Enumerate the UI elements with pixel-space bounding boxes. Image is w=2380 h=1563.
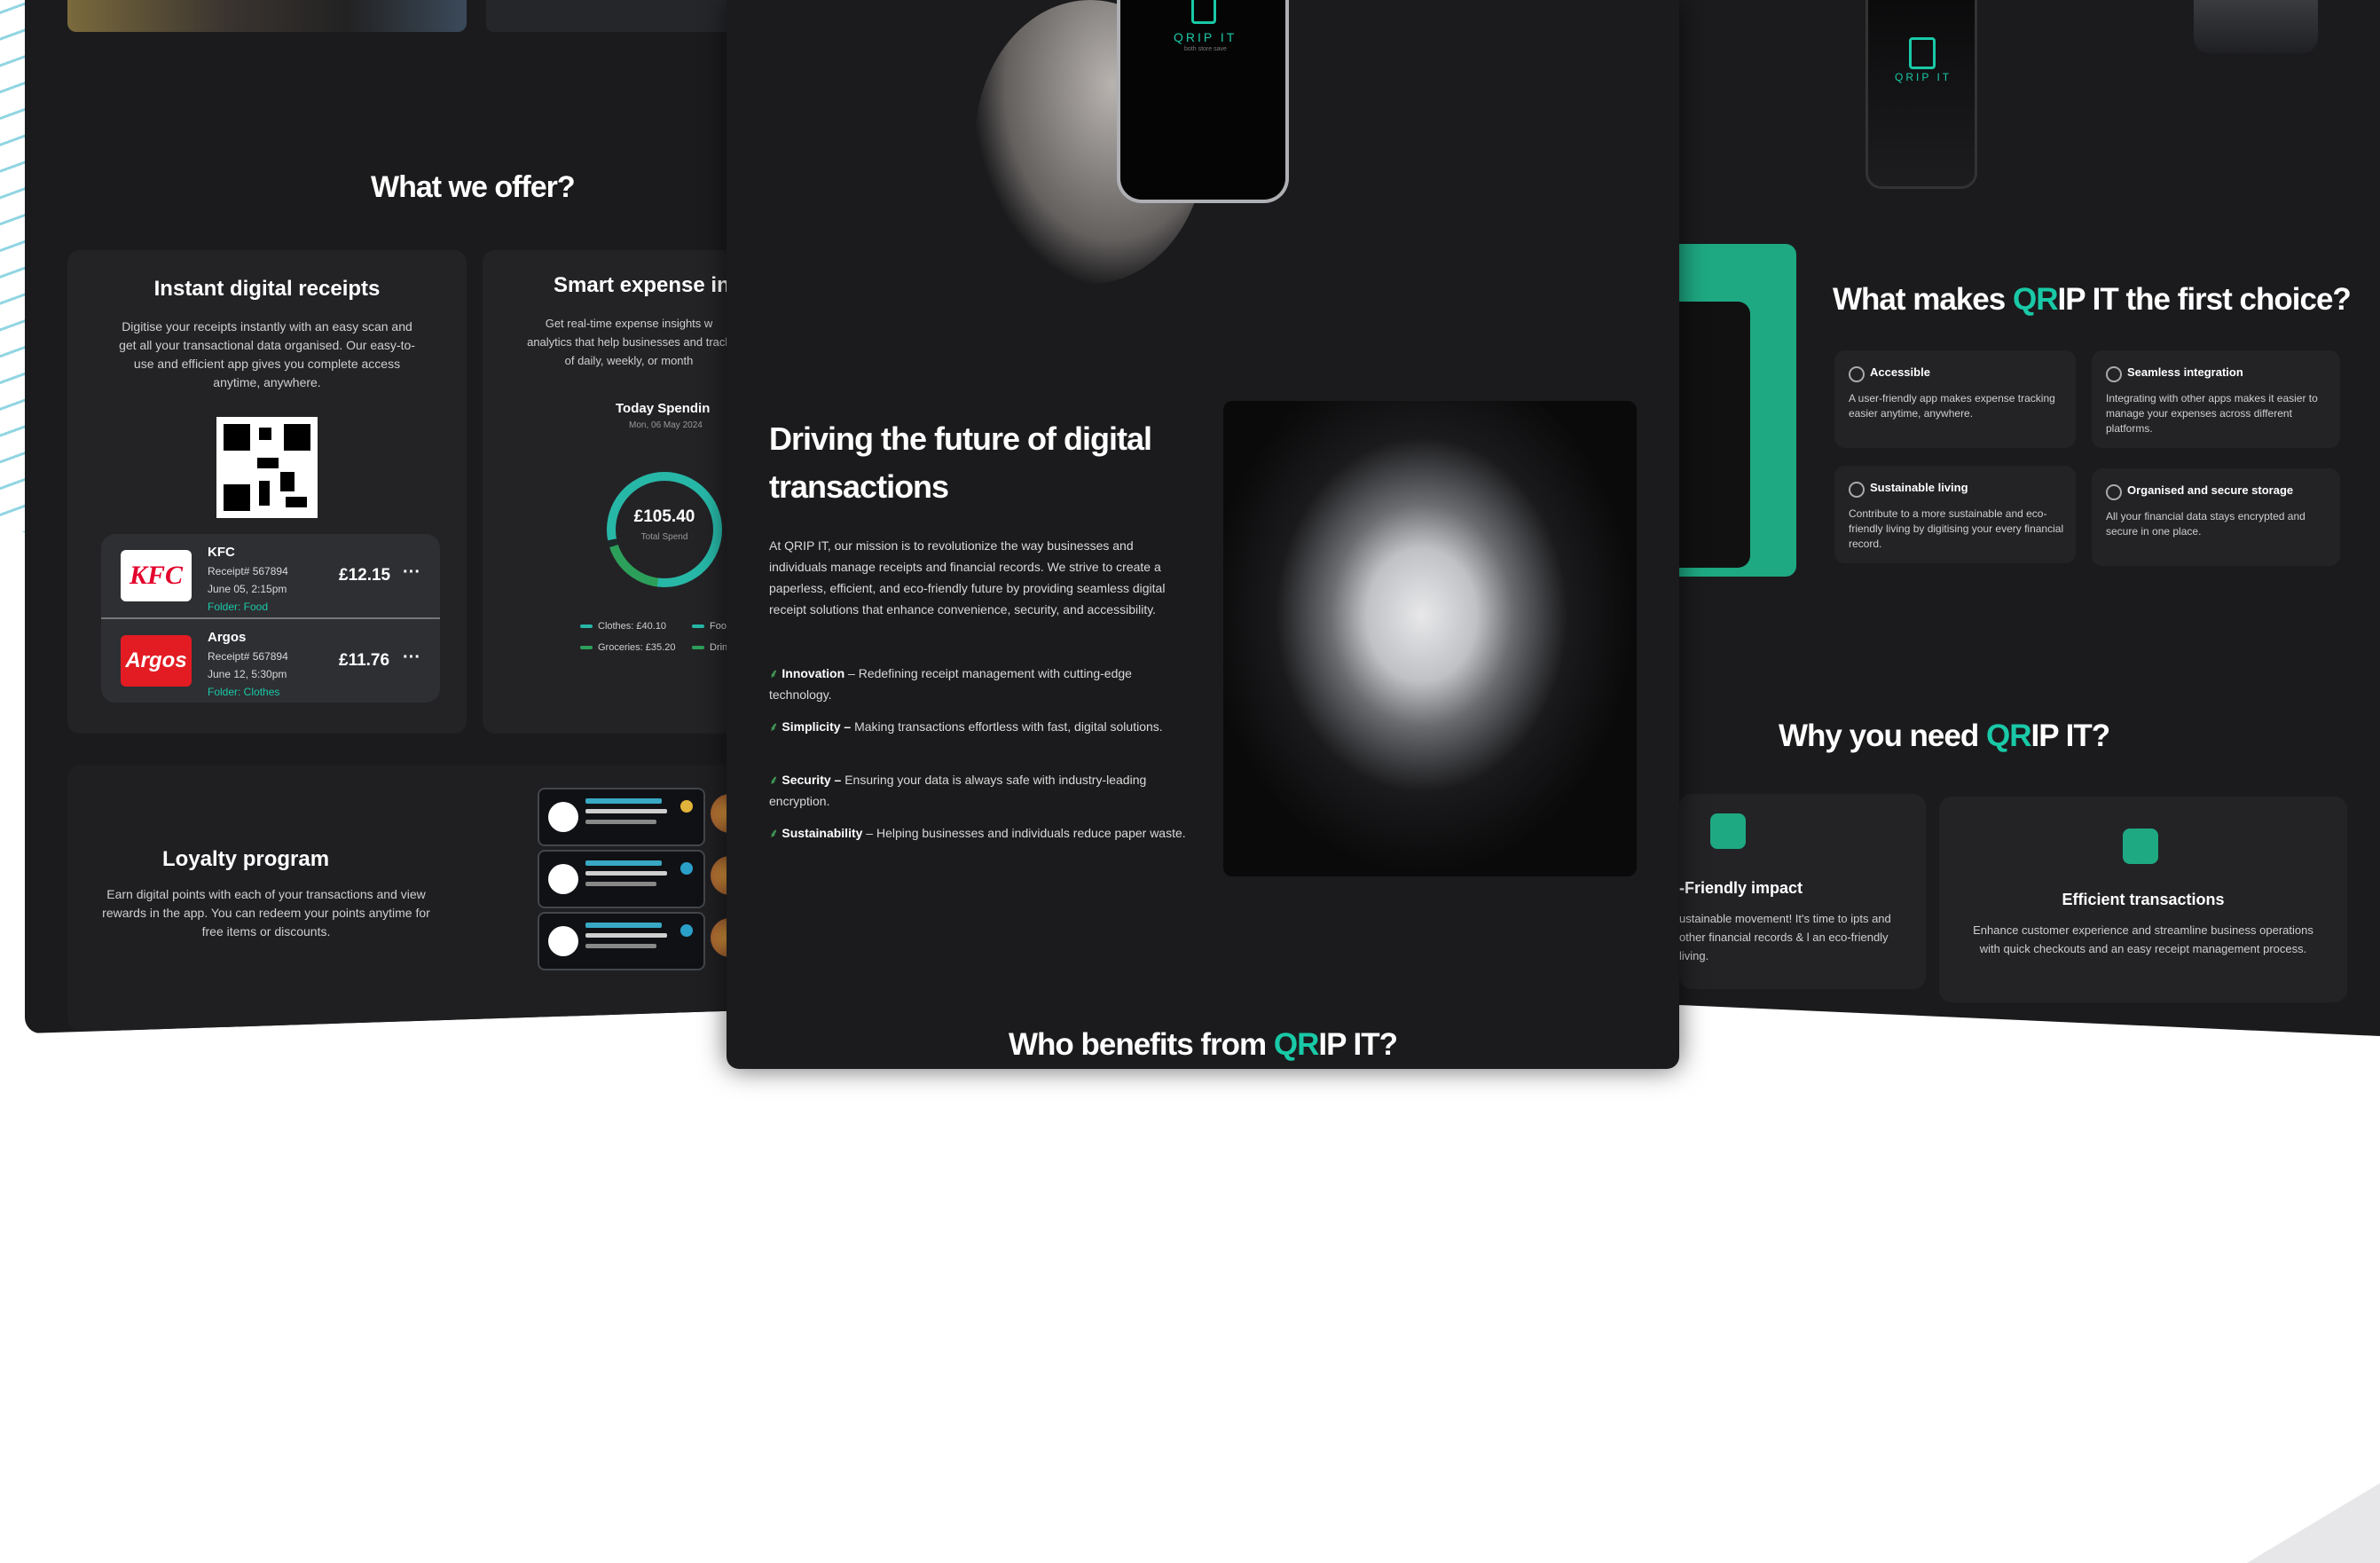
today-spending-label: Today Spendin — [616, 401, 711, 416]
total-spend-value: £105.40 — [633, 507, 695, 526]
why-need-title: Why you need QRIP IT? — [1779, 719, 2110, 753]
integration-icon — [2106, 366, 2122, 382]
mission-desc: At QRIP IT, our mission is to revolution… — [769, 538, 1166, 617]
legend-item: Groceries: £35.20 — [580, 642, 675, 653]
loyalty-card-preview — [538, 912, 705, 970]
offer-title: What we offer? — [371, 170, 576, 204]
sustainable-icon — [1849, 482, 1865, 498]
feature-desc: Contribute to a more sustainable and eco… — [1849, 507, 2064, 550]
decorative-corner — [2247, 1483, 2380, 1563]
phone-brand-text: QRIP IT — [1174, 30, 1237, 44]
mission-panel: QRIP IT both store save Driving the futu… — [727, 0, 1679, 1069]
why-card-desc: ustainable movement! It's time to ipts a… — [1679, 912, 1891, 962]
why-card-efficient: Efficient transactions Enhance customer … — [1939, 797, 2347, 1002]
first-choice-title: What makes QRIP IT the first choice? — [1833, 282, 2352, 317]
why-card-title: Efficient transactions — [2062, 891, 2225, 908]
kfc-logo: KFC — [121, 550, 192, 601]
receipt-merchant: Argos — [208, 630, 247, 645]
receipt-meta: Receipt# 567894 June 12, 5:30pm Folder: … — [208, 650, 288, 698]
feature-desc: All your financial data stays encrypted … — [2106, 510, 2305, 538]
feature-sustainable: Sustainable living Contribute to a more … — [1834, 466, 2076, 563]
spending-donut-chart — [607, 472, 722, 587]
why-card-eco: -Friendly impact ustainable movement! It… — [1679, 794, 1926, 989]
feature-title: Organised and secure storage — [2127, 483, 2294, 497]
qrip-logo-icon — [1191, 0, 1216, 24]
receipt-row-argos[interactable]: Argos Argos Receipt# 567894 June 12, 5:3… — [101, 619, 440, 699]
receipts-card-title: Instant digital receipts — [153, 277, 381, 301]
loyalty-card-preview — [538, 850, 705, 908]
phone-mockup: QRIP IT — [1866, 0, 1977, 189]
phone-mockup — [1679, 302, 1750, 568]
feature-title: Seamless integration — [2127, 365, 2243, 379]
accessible-icon — [1849, 366, 1865, 382]
header-app-preview — [486, 0, 752, 32]
decorative-stripes — [0, 0, 25, 532]
feature-storage: Organised and secure storage All your fi… — [2092, 468, 2340, 566]
qr-code-icon — [216, 417, 318, 518]
leaf-icon: ⸙ — [769, 773, 779, 787]
receipt-row-kfc[interactable]: KFC KFC Receipt# 567894 June 05, 2:15pm … — [101, 534, 440, 614]
bullet-simplicity: ⸙ Simplicity – Making transactions effor… — [769, 719, 1163, 734]
today-date: Mon, 06 May 2024 — [629, 420, 703, 430]
bullet-security: ⸙ Security – Ensuring your data is alway… — [769, 773, 1147, 808]
loyalty-desc: Earn digital points with each of your tr… — [102, 887, 430, 939]
receipt-amount: £12.15 — [339, 566, 391, 585]
qrip-logo-icon — [1909, 37, 1936, 69]
loyalty-card-preview — [538, 788, 705, 846]
leaf-icon: ⸙ — [769, 719, 779, 734]
transaction-icon — [2123, 829, 2158, 864]
more-options-icon[interactable]: ··· — [403, 562, 420, 583]
argos-logo: Argos — [121, 635, 192, 687]
total-spend-label: Total Spend — [640, 532, 688, 542]
feature-integration: Seamless integration Integrating with ot… — [2092, 350, 2340, 448]
why-card-title: -Friendly impact — [1679, 879, 1803, 897]
receipt-meta: Receipt# 567894 June 05, 2:15pm Folder: … — [208, 565, 288, 613]
who-benefits-title: Who benefits from QRIP IT? — [1008, 1027, 1398, 1062]
phone-tagline: both store save — [1184, 46, 1227, 52]
expense-card-desc: Get real-time expense insights w analyti… — [527, 317, 731, 367]
header-photo — [67, 0, 467, 32]
feature-accessible: Accessible A user-friendly app makes exp… — [1834, 350, 2076, 448]
paper-waste-photo — [1223, 401, 1637, 876]
loyalty-title: Loyalty program — [162, 847, 330, 871]
legend-item: Clothes: £40.10 — [580, 621, 666, 632]
app-preview-card — [1679, 244, 1796, 577]
bullet-sustainability: ⸙ Sustainability – Helping businesses an… — [769, 826, 1186, 840]
receipt-amount: £11.76 — [339, 651, 390, 670]
receipts-card-desc: Digitise your receipts instantly with an… — [119, 319, 415, 389]
feature-desc: Integrating with other apps makes it eas… — [2106, 392, 2318, 435]
leaf-icon: ⸙ — [769, 826, 779, 840]
phone-mockup: QRIP IT both store save — [1117, 0, 1289, 203]
feature-title: Sustainable living — [1870, 481, 1968, 494]
feature-title: Accessible — [1870, 365, 1930, 379]
receipts-card: Instant digital receipts Digitise your r… — [67, 250, 467, 734]
mission-title: Driving the future of digital transactio… — [769, 420, 1152, 505]
shield-icon — [2106, 484, 2122, 500]
why-card-desc: Enhance customer experience and streamli… — [1973, 923, 2313, 955]
receipt-list: KFC KFC Receipt# 567894 June 05, 2:15pm … — [101, 534, 440, 703]
more-options-icon[interactable]: ··· — [403, 648, 420, 668]
legend-item: Drin — [692, 642, 727, 653]
feature-desc: A user-friendly app makes expense tracki… — [1849, 392, 2055, 420]
phone-brand-text: QRIP IT — [1895, 71, 1952, 83]
leaf-icon: ⸙ — [769, 666, 779, 680]
eco-icon — [1710, 813, 1746, 849]
device-mockup — [2194, 0, 2318, 53]
bullet-innovation: ⸙ Innovation – Redefining receipt manage… — [769, 666, 1132, 702]
receipt-merchant: KFC — [208, 545, 235, 560]
